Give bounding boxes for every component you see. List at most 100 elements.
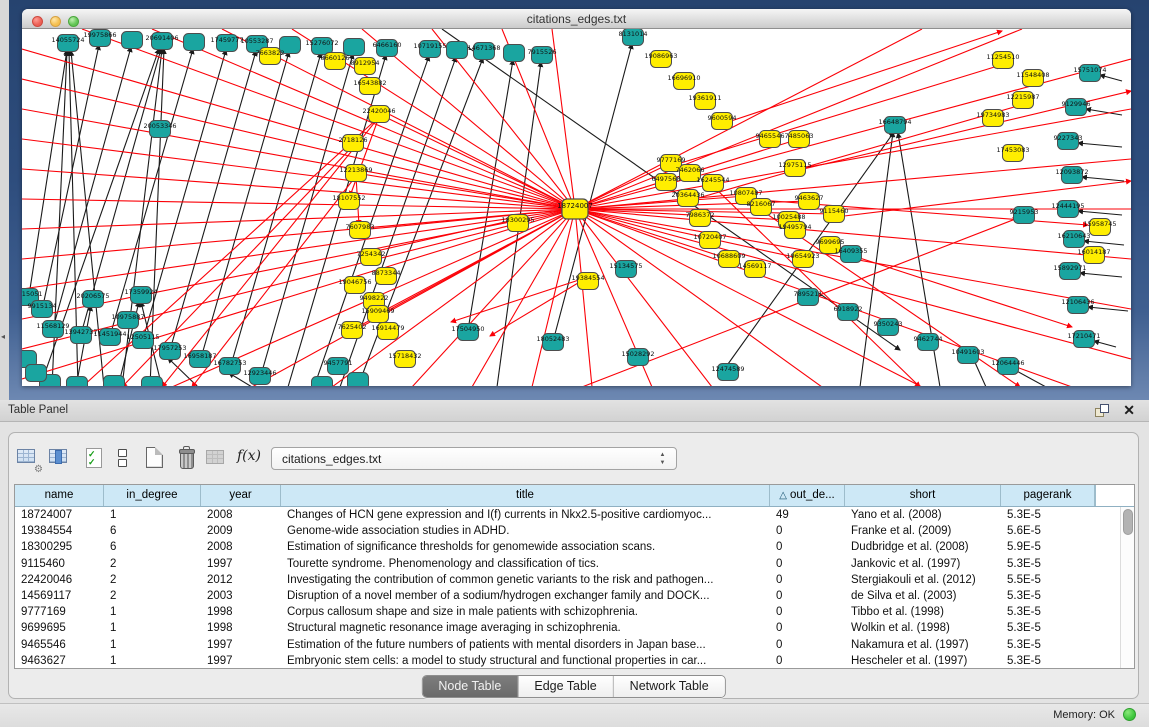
table-cell: 1997 [201, 653, 281, 668]
scrollbar-thumb[interactable] [1123, 509, 1133, 535]
svg-text:9350243: 9350243 [874, 320, 903, 328]
table-selector-dropdown[interactable]: citations_edges.txt ▲▼ [271, 447, 677, 470]
table-row[interactable]: 946362711997Embryonic stem cells: a mode… [15, 653, 1121, 668]
table-cell: 0 [770, 523, 845, 539]
svg-text:18107552: 18107552 [332, 194, 365, 202]
table-cell: 6 [104, 523, 201, 539]
svg-text:7986372: 7986372 [686, 211, 715, 219]
show-column-icon[interactable] [46, 445, 74, 473]
table-cell: 2 [104, 556, 201, 572]
dropdown-spinner-icon: ▲▼ [658, 451, 667, 467]
tab-edge-table[interactable]: Edge Table [518, 676, 613, 697]
table-cell: 2012 [201, 572, 281, 588]
table-cell: 0 [770, 556, 845, 572]
svg-text:2718126: 2718126 [339, 136, 368, 144]
svg-text:10688609: 10688609 [712, 252, 745, 260]
table-cell: Embryonic stem cells: a model to study s… [281, 653, 770, 668]
table-cell: 0 [770, 588, 845, 604]
svg-text:12106436: 12106436 [1061, 298, 1094, 306]
function-builder-icon[interactable]: f(x) [235, 445, 263, 473]
svg-text:18724007: 18724007 [557, 202, 593, 210]
column-header-in_degree[interactable]: in_degree [104, 485, 201, 506]
table-row[interactable]: 2242004622012Investigating the contribut… [15, 572, 1121, 588]
svg-text:12064446: 12064446 [991, 359, 1024, 367]
svg-text:8873344: 8873344 [372, 269, 401, 277]
select-columns-icon[interactable]: ✓✓ [81, 445, 109, 473]
table-cell: Genome-wide association studies in ADHD. [281, 523, 770, 539]
svg-text:15276072: 15276072 [305, 39, 338, 47]
svg-text:10491603: 10491603 [951, 348, 984, 356]
table-cell: 9463627 [15, 653, 104, 668]
column-header-short[interactable]: short [845, 485, 1001, 506]
table-mode-icon[interactable]: ⚙ [14, 445, 42, 473]
table-row[interactable]: 977716911998Corpus callosum shape and si… [15, 604, 1121, 620]
node-table: namein_degreeyeartitle△out_de...shortpag… [14, 484, 1135, 669]
table-row[interactable]: 1456911722003Disruption of a novel membe… [15, 588, 1121, 604]
table-panel-body: ⚙ ✓✓ f(x) citations_edges.txt ▲▼ [8, 432, 1139, 699]
svg-text:7254342: 7254342 [357, 250, 386, 258]
vertical-scrollbar[interactable] [1120, 507, 1134, 668]
table-toolbar: ⚙ ✓✓ f(x) citations_edges.txt ▲▼ [9, 445, 1138, 475]
table-row[interactable]: 911546021997Tourette syndrome. Phenomeno… [15, 556, 1121, 572]
svg-text:16210643: 16210643 [1057, 232, 1090, 240]
svg-text:9227343: 9227343 [1054, 134, 1083, 142]
tab-node-table[interactable]: Node Table [422, 676, 518, 697]
svg-text:19046756: 19046756 [338, 278, 371, 286]
svg-text:18052483: 18052483 [536, 335, 569, 343]
svg-text:16648794: 16648794 [878, 118, 911, 126]
table-cell: 9465546 [15, 637, 104, 653]
svg-text:20364436: 20364436 [671, 191, 704, 199]
table-row[interactable]: 1938455462009Genome-wide association stu… [15, 523, 1121, 539]
svg-text:19086963: 19086963 [644, 52, 677, 60]
svg-text:18300295: 18300295 [501, 216, 534, 224]
table-cell: Nakamura et al. (1997) [845, 637, 1001, 653]
network-window-titlebar[interactable]: citations_edges.txt [22, 9, 1131, 29]
cytoscape-app: ◂ citations_edges.txt 140557241997586620… [0, 0, 1149, 727]
svg-text:12474589: 12474589 [711, 365, 744, 373]
delete-column-icon[interactable] [173, 445, 201, 473]
table-cell: 2003 [201, 588, 281, 604]
column-header-title[interactable]: title [281, 485, 770, 506]
svg-text:9462744: 9462744 [914, 335, 943, 343]
svg-text:19495794: 19495794 [778, 223, 811, 231]
tab-network-table[interactable]: Network Table [614, 676, 725, 697]
table-row[interactable]: 1872400712008Changes of HCN gene express… [15, 507, 1121, 523]
import-table-icon[interactable] [203, 445, 231, 473]
svg-text:9600594: 9600594 [708, 114, 737, 122]
svg-text:15751074: 15751074 [1073, 66, 1106, 74]
svg-text:12215987: 12215987 [1006, 93, 1039, 101]
table-cell: Franke et al. (2009) [845, 523, 1001, 539]
column-header-name[interactable]: name [15, 485, 104, 506]
table-cell: Changes of HCN gene expression and I(f) … [281, 507, 770, 523]
svg-text:20053346: 20053346 [143, 122, 176, 130]
table-cell: Estimation of significance thresholds fo… [281, 539, 770, 555]
svg-text:12444195: 12444195 [1051, 202, 1084, 210]
svg-text:16782753: 16782753 [213, 359, 246, 367]
table-row[interactable]: 946554611997Estimation of the future num… [15, 637, 1121, 653]
svg-text:9915134: 9915134 [28, 302, 57, 310]
table-cell: 2 [104, 572, 201, 588]
svg-text:16958187: 16958187 [183, 352, 216, 360]
panel-collapse-arrow-icon[interactable]: ◂ [1, 332, 5, 341]
row-height-icon[interactable] [109, 445, 137, 473]
svg-text:14055724: 14055724 [51, 36, 84, 44]
svg-text:10975887: 10975887 [111, 313, 144, 321]
close-icon[interactable]: ✕ [1123, 402, 1135, 419]
table-row[interactable]: 969969511998Structural magnetic resonanc… [15, 620, 1121, 636]
table-cell: 5.3E-5 [1001, 507, 1095, 523]
network-canvas[interactable]: 1405572419975866206914061745977710553287… [22, 29, 1131, 386]
table-selector-value: citations_edges.txt [282, 452, 381, 466]
table-cell: 5.3E-5 [1001, 604, 1095, 620]
svg-text:7625402: 7625402 [338, 323, 367, 331]
table-cell: 1998 [201, 620, 281, 636]
svg-text:9457791: 9457791 [324, 359, 353, 367]
svg-text:16914479: 16914479 [371, 324, 404, 332]
float-window-icon[interactable] [1095, 404, 1109, 417]
column-header-year[interactable]: year [201, 485, 281, 506]
new-column-icon[interactable] [141, 445, 169, 473]
table-cell: 0 [770, 572, 845, 588]
column-header-pagerank[interactable]: pagerank [1001, 485, 1095, 506]
table-row[interactable]: 1830029562008Estimation of significance … [15, 539, 1121, 555]
column-header-out_de[interactable]: △out_de... [770, 485, 845, 506]
memory-ok-indicator-icon[interactable] [1123, 708, 1136, 721]
